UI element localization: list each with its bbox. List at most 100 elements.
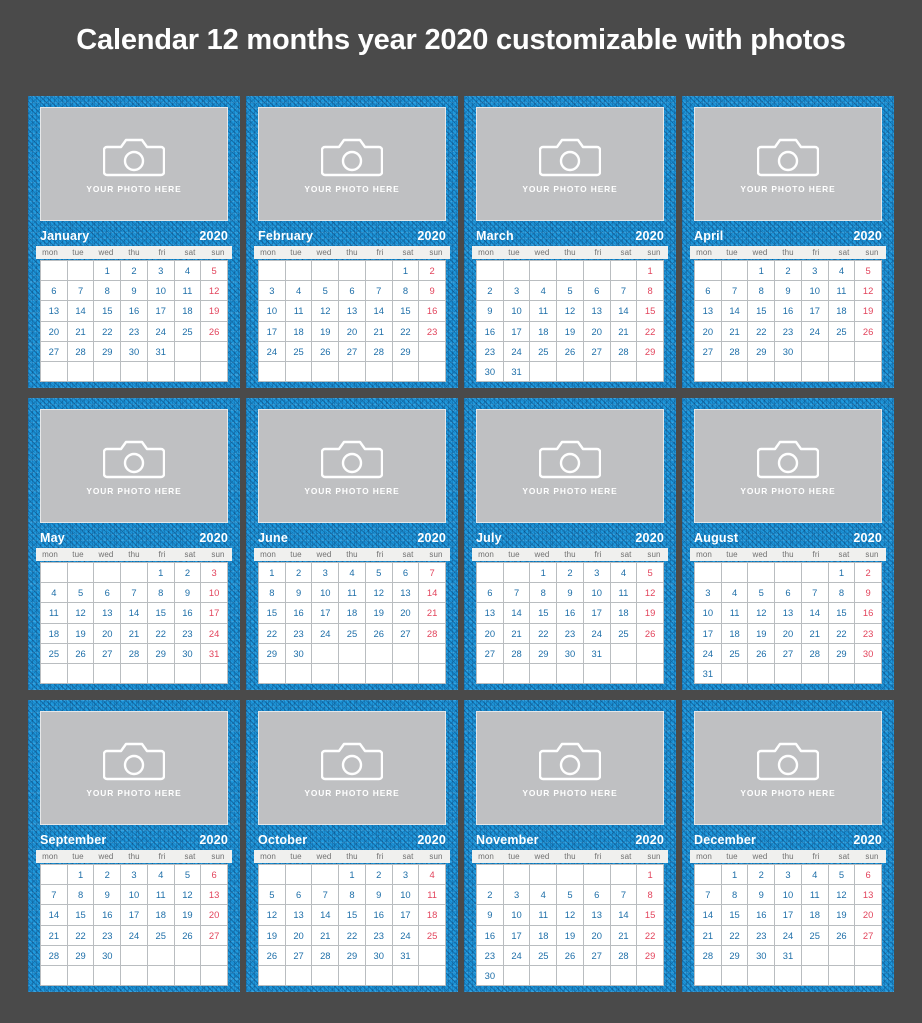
day-cell[interactable]: 10 <box>312 583 339 603</box>
day-cell[interactable]: 8 <box>147 583 174 603</box>
day-cell[interactable]: 18 <box>174 301 201 321</box>
day-cell[interactable]: 2 <box>855 563 881 583</box>
day-cell[interactable]: 28 <box>121 643 147 663</box>
day-cell[interactable]: 4 <box>339 563 365 583</box>
day-cell[interactable]: 1 <box>147 563 174 583</box>
day-cell[interactable]: 16 <box>775 301 801 321</box>
day-cell[interactable]: 13 <box>285 905 312 925</box>
day-cell[interactable]: 30 <box>748 945 775 965</box>
day-cell[interactable]: 10 <box>583 583 610 603</box>
day-cell[interactable]: 8 <box>392 281 419 301</box>
day-cell[interactable]: 27 <box>392 623 419 643</box>
day-cell[interactable]: 13 <box>94 603 121 623</box>
day-cell[interactable]: 28 <box>610 945 637 965</box>
day-cell[interactable]: 17 <box>121 905 147 925</box>
day-cell[interactable]: 11 <box>721 603 748 623</box>
day-cell[interactable]: 31 <box>503 361 530 382</box>
day-cell[interactable]: 26 <box>174 925 201 945</box>
day-cell[interactable]: 27 <box>695 341 721 361</box>
day-cell[interactable]: 10 <box>147 281 174 301</box>
day-cell[interactable]: 31 <box>695 663 721 684</box>
day-cell[interactable]: 26 <box>312 341 339 361</box>
day-cell[interactable]: 8 <box>530 583 557 603</box>
day-cell[interactable]: 9 <box>477 905 503 925</box>
day-cell[interactable]: 26 <box>855 321 881 341</box>
day-cell[interactable]: 7 <box>121 583 147 603</box>
day-cell[interactable]: 4 <box>801 865 828 885</box>
day-cell[interactable]: 20 <box>285 925 312 945</box>
day-cell[interactable]: 8 <box>828 583 855 603</box>
day-cell[interactable]: 4 <box>610 563 637 583</box>
day-cell[interactable]: 3 <box>775 865 801 885</box>
photo-placeholder[interactable]: YOUR PHOTO HERE <box>258 711 446 825</box>
day-cell[interactable]: 6 <box>285 885 312 905</box>
day-cell[interactable]: 6 <box>695 281 721 301</box>
day-cell[interactable]: 28 <box>365 341 392 361</box>
day-cell[interactable]: 23 <box>174 623 201 643</box>
day-cell[interactable]: 28 <box>312 945 339 965</box>
day-cell[interactable]: 22 <box>339 925 365 945</box>
month-card-may[interactable]: YOUR PHOTO HERE May 2020 mon tue wed thu fri… <box>28 398 240 690</box>
day-cell[interactable]: 30 <box>94 945 121 965</box>
day-cell[interactable]: 6 <box>41 281 67 301</box>
day-cell[interactable]: 7 <box>41 885 67 905</box>
day-cell[interactable]: 21 <box>121 623 147 643</box>
day-cell[interactable]: 31 <box>583 643 610 663</box>
day-cell[interactable]: 23 <box>419 321 445 341</box>
day-cell[interactable]: 5 <box>67 583 94 603</box>
day-cell[interactable]: 2 <box>365 865 392 885</box>
day-cell[interactable]: 24 <box>503 945 530 965</box>
day-cell[interactable]: 4 <box>174 261 201 281</box>
day-cell[interactable]: 22 <box>748 321 775 341</box>
day-cell[interactable]: 26 <box>637 623 663 643</box>
day-cell[interactable]: 19 <box>259 925 285 945</box>
day-cell[interactable]: 21 <box>365 321 392 341</box>
day-cell[interactable]: 13 <box>477 603 503 623</box>
day-cell[interactable]: 7 <box>503 583 530 603</box>
day-cell[interactable]: 14 <box>121 603 147 623</box>
day-cell[interactable]: 9 <box>855 583 881 603</box>
day-cell[interactable]: 30 <box>775 341 801 361</box>
day-cell[interactable]: 12 <box>201 281 227 301</box>
day-cell[interactable]: 22 <box>147 623 174 643</box>
photo-placeholder[interactable]: YOUR PHOTO HERE <box>476 107 664 221</box>
day-cell[interactable]: 6 <box>583 281 610 301</box>
day-cell[interactable]: 2 <box>94 865 121 885</box>
day-cell[interactable]: 9 <box>775 281 801 301</box>
day-cell[interactable]: 27 <box>583 945 610 965</box>
day-cell[interactable]: 14 <box>312 905 339 925</box>
day-cell[interactable]: 10 <box>695 603 721 623</box>
day-cell[interactable]: 13 <box>775 603 801 623</box>
day-cell[interactable]: 9 <box>557 583 583 603</box>
day-cell[interactable]: 9 <box>419 281 445 301</box>
day-cell[interactable]: 6 <box>392 563 419 583</box>
day-cell[interactable]: 2 <box>748 865 775 885</box>
day-cell[interactable]: 20 <box>41 321 67 341</box>
day-cell[interactable]: 1 <box>748 261 775 281</box>
day-cell[interactable]: 21 <box>503 623 530 643</box>
day-cell[interactable]: 7 <box>721 281 748 301</box>
day-cell[interactable]: 14 <box>801 603 828 623</box>
day-cell[interactable]: 27 <box>201 925 227 945</box>
day-cell[interactable]: 30 <box>285 643 312 663</box>
day-cell[interactable]: 19 <box>748 623 775 643</box>
day-cell[interactable]: 11 <box>41 603 67 623</box>
day-cell[interactable]: 26 <box>748 643 775 663</box>
day-cell[interactable]: 3 <box>121 865 147 885</box>
day-cell[interactable]: 8 <box>721 885 748 905</box>
day-cell[interactable]: 29 <box>828 643 855 663</box>
day-cell[interactable]: 1 <box>637 261 663 281</box>
day-cell[interactable]: 28 <box>503 643 530 663</box>
day-cell[interactable]: 29 <box>339 945 365 965</box>
day-cell[interactable]: 23 <box>121 321 147 341</box>
day-cell[interactable]: 26 <box>557 945 583 965</box>
day-cell[interactable]: 11 <box>339 583 365 603</box>
day-cell[interactable]: 15 <box>721 905 748 925</box>
month-card-march[interactable]: YOUR PHOTO HERE March 2020 mon tue wed thu f… <box>464 96 676 388</box>
day-cell[interactable]: 27 <box>583 341 610 361</box>
day-cell[interactable]: 23 <box>477 341 503 361</box>
day-cell[interactable]: 21 <box>721 321 748 341</box>
day-cell[interactable]: 14 <box>610 905 637 925</box>
day-cell[interactable]: 13 <box>855 885 881 905</box>
day-cell[interactable]: 10 <box>201 583 227 603</box>
